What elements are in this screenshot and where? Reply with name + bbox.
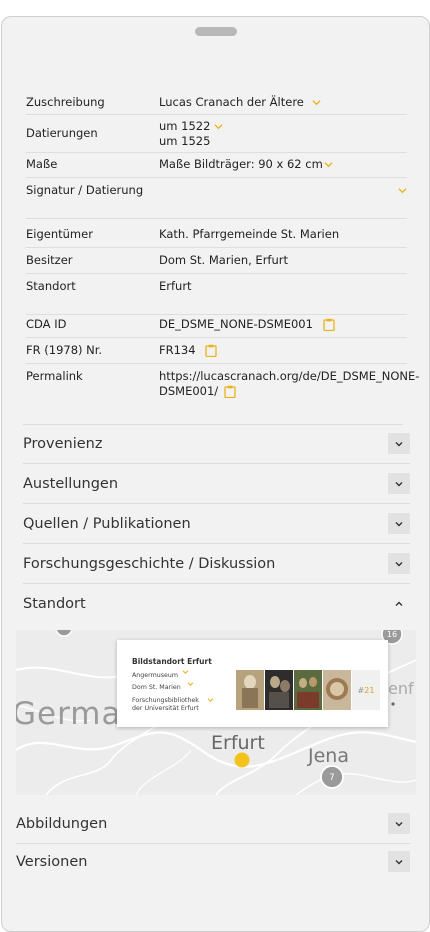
map-cluster-count[interactable]: 16 [387,630,397,639]
detail-sheet: Zuschreibung Lucas Cranach der Ältere Da… [1,16,430,932]
map-country-label: Germa [16,696,122,732]
accordion-label: Provenienz [23,435,103,452]
accordion-label: Austellungen [23,475,119,492]
fr-label: FR (1978) Nr. [26,343,103,357]
accordion-research[interactable]: Forschungsgeschichte / Diskussion [23,544,410,584]
cda-value: DE_DSME_NONE-DSME001 [159,317,313,331]
popup-location-item[interactable]: Dom St. Marien [132,682,194,692]
artwork-thumbnail[interactable] [323,670,351,710]
map-cluster-count[interactable]: 7 [329,773,334,783]
artwork-thumbnail[interactable] [265,670,293,710]
chevron-down-icon[interactable] [324,160,333,169]
chevron-down-icon [395,561,403,566]
map-city-label: enf [388,679,414,698]
owner-value: Kath. Pfarrgemeinde St. Marien [159,227,340,241]
attribution-label: Zuschreibung [26,95,105,109]
row-location: Standort Erfurt [26,274,407,315]
details-group-ownership: Eigentümer Kath. Pfarrgemeinde St. Marie… [26,223,407,315]
artwork-thumbnail[interactable] [236,670,264,710]
accordion-exhibitions[interactable]: Austellungen [23,464,410,504]
attribution-value[interactable]: Lucas Cranach der Ältere [159,95,304,109]
map-city-label: Erfurt [211,732,265,754]
accordion-label: Standort [23,596,86,612]
more-artworks-count[interactable]: #21 [352,670,380,710]
dimensions-value: Maße Bildträger: 90 x 62 cm [159,157,323,171]
permalink-value-2[interactable]: DSME001/ [159,384,218,398]
map-city-label: Jena [307,745,349,767]
signature-label: Signatur / Datierung [26,183,144,197]
location-marker[interactable] [234,752,250,768]
artwork-thumbnail[interactable] [294,670,322,710]
dating-label: Datierungen [26,126,98,140]
row-permalink: Permalink https://lucascranach.org/de/DE… [26,364,419,419]
accordion-versions[interactable]: Versionen [16,842,410,882]
details-group-attribution: Zuschreibung Lucas Cranach der Ältere Da… [26,89,407,219]
clipboard-icon[interactable] [205,344,217,357]
expand-button[interactable] [388,553,410,574]
popup-location-item[interactable]: Forschungsbibliothek der Universität Erf… [132,697,214,712]
clipboard-icon[interactable] [224,385,236,398]
popup-title: Bildstandort Erfurt [132,657,212,666]
accordion-images[interactable]: Abbildungen [16,804,410,844]
popup-location-item[interactable]: Angermuseum [132,670,189,680]
possessor-value: Dom St. Marien, Erfurt [159,253,289,267]
permalink-value-1[interactable]: https://lucascranach.org/de/DE_DSME_NONE… [159,369,419,384]
chevron-down-icon [395,859,403,864]
chevron-down-icon [395,521,403,526]
expand-button[interactable] [388,851,410,872]
expand-button[interactable] [388,813,410,834]
row-dimensions: Maße Maße Bildträger: 90 x 62 cm [26,153,407,178]
accordion-label: Quellen / Publikationen [23,515,191,532]
chevron-down-icon[interactable] [311,98,321,107]
accordion-provenance[interactable]: Provenienz [23,424,410,464]
chevron-down-icon [207,698,214,702]
location-label: Standort [26,279,76,293]
dating-value-2: um 1525 [159,134,211,148]
chevron-down-icon [182,670,189,674]
row-owner: Eigentümer Kath. Pfarrgemeinde St. Marie… [26,223,407,248]
chevron-down-icon [395,821,403,826]
chevron-down-icon[interactable] [398,186,407,195]
owner-label: Eigentümer [26,227,93,241]
chevron-up-icon [395,601,403,606]
chevron-down-icon [187,682,194,686]
details-group-ids: CDA ID DE_DSME_NONE-DSME001 FR (1978) Nr… [26,313,419,419]
chevron-down-icon [395,481,403,486]
collapse-button[interactable] [388,593,410,614]
expand-button[interactable] [388,473,410,494]
accordion-label: Abbildungen [16,815,108,832]
dimensions-label: Maße [26,157,58,171]
map-popup[interactable]: Bildstandort Erfurt Angermuseum Dom St. … [117,640,388,727]
row-cda-id: CDA ID DE_DSME_NONE-DSME001 [26,313,407,338]
clipboard-icon[interactable] [322,318,335,331]
row-possessor: Besitzer Dom St. Marien, Erfurt [26,248,407,274]
row-signature: Signatur / Datierung [26,178,407,219]
row-attribution: Zuschreibung Lucas Cranach der Ältere [26,89,407,115]
location-map[interactable]: 16 7 Germa Erfurt Jena enf Bildstandort … [16,630,416,795]
chevron-down-icon [395,441,403,446]
cda-label: CDA ID [26,317,67,331]
accordion-sources[interactable]: Quellen / Publikationen [23,504,410,544]
chevron-down-icon[interactable] [214,122,223,131]
fr-value: FR134 [159,343,196,357]
permalink-label: Permalink [26,369,83,383]
row-dating: Datierungen um 1522 um 1525 [26,115,407,153]
row-fr-number: FR (1978) Nr. FR134 [26,338,407,364]
accordion-label: Versionen [16,854,88,870]
drag-handle[interactable] [195,27,237,36]
expand-button[interactable] [388,513,410,534]
expand-button[interactable] [388,433,410,454]
accordion-location[interactable]: Standort [23,584,410,624]
dating-value-1: um 1522 [159,119,211,133]
location-value: Erfurt [159,279,192,293]
accordion-label: Forschungsgeschichte / Diskussion [23,555,276,572]
possessor-label: Besitzer [26,253,73,267]
